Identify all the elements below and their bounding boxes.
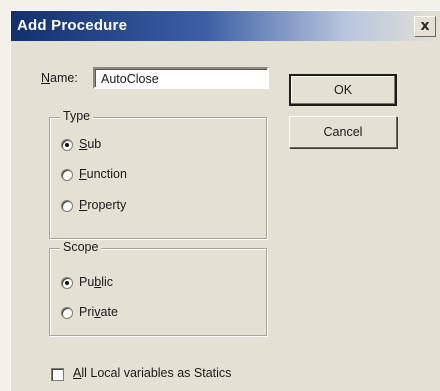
close-icon: x [420, 18, 430, 34]
radio-public[interactable] [61, 277, 73, 289]
cancel-button[interactable]: Cancel [289, 116, 397, 148]
radio-function-label[interactable]: Function [79, 167, 127, 181]
radio-property-label[interactable]: Property [79, 198, 126, 212]
dialog-title: Add Procedure [17, 17, 128, 34]
statics-checkbox-label[interactable]: All Local variables as Statics [73, 366, 231, 380]
add-procedure-dialog: Add Procedure x Name: AutoClose OK Cance… [10, 10, 440, 391]
radio-selected-dot [65, 143, 69, 147]
radio-property[interactable] [61, 200, 73, 212]
name-label: Name: [41, 71, 78, 85]
ok-button[interactable]: OK [289, 74, 397, 106]
title-bar[interactable]: Add Procedure x [11, 11, 440, 41]
radio-sub-label[interactable]: Sub [79, 137, 101, 151]
radio-private[interactable] [61, 307, 73, 319]
statics-checkbox[interactable] [51, 368, 64, 381]
type-legend: Type [60, 109, 94, 123]
radio-public-label[interactable]: Public [79, 275, 113, 289]
radio-selected-dot [65, 281, 69, 285]
name-input[interactable]: AutoClose [93, 67, 269, 89]
radio-private-label[interactable]: Private [79, 305, 118, 319]
close-button[interactable]: x [414, 16, 436, 37]
scope-groupbox: Scope [49, 240, 267, 336]
scope-legend: Scope [60, 240, 102, 254]
radio-function[interactable] [61, 169, 73, 181]
radio-sub[interactable] [61, 139, 73, 151]
